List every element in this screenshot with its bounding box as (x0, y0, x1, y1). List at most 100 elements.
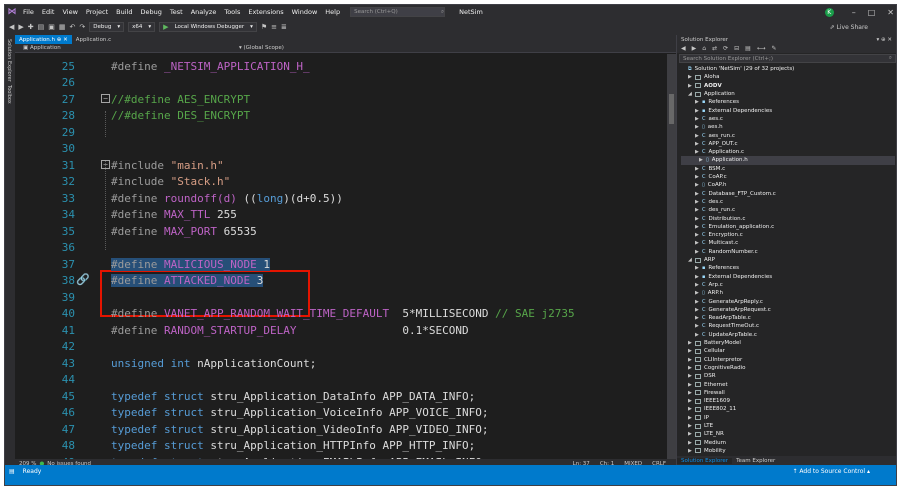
menu-item-build[interactable]: Build (112, 8, 136, 16)
expand-arrow-icon[interactable]: ▶ (695, 249, 702, 255)
code-line[interactable]: 27 −//#define AES_ENCRYPT (15, 91, 667, 107)
new-project-icon[interactable]: ✚ (28, 23, 34, 31)
code-line[interactable]: 37 #define MALICIOUS_NODE 1 (15, 256, 667, 272)
expand-arrow-icon[interactable]: ▶ (695, 265, 702, 271)
tree-item[interactable]: ▶ C Arp.c (677, 281, 723, 289)
expand-arrow-icon[interactable]: ▶ (695, 290, 702, 296)
expand-arrow-icon[interactable]: ▶ (695, 332, 702, 338)
expand-arrow-icon[interactable]: ▶ (688, 440, 695, 446)
expand-arrow-icon[interactable]: ▶ (688, 431, 695, 437)
maximize-icon[interactable]: □ (868, 8, 876, 17)
tree-item[interactable]: ▶ Cellular (677, 347, 725, 355)
tab-application-c[interactable]: Application.c (72, 35, 116, 44)
code-line[interactable]: 34 #define MAX_TTL 255 (15, 207, 667, 223)
minimize-icon[interactable]: – (852, 8, 856, 17)
tree-item[interactable]: ▶ C ReadArpTable.c (677, 314, 751, 322)
expand-arrow-icon[interactable]: ▶ (695, 199, 702, 205)
configuration-select[interactable]: Debug ▾ (89, 22, 125, 32)
tree-item[interactable]: ▶ ▯ aes.h (677, 123, 723, 131)
expanded-arrow-icon[interactable]: ◢ (688, 91, 695, 97)
tree-item[interactable]: ▶ C GenerateArpReply.c (677, 297, 763, 305)
expand-arrow-icon[interactable]: ▶ (695, 315, 702, 321)
tree-item[interactable]: ▶ C BSM.c (677, 165, 725, 173)
code-line[interactable]: 43 unsigned int nApplicationCount; (15, 355, 667, 371)
expand-arrow-icon[interactable]: ▶ (695, 182, 702, 188)
code-line[interactable]: 36 (15, 240, 667, 256)
expand-arrow-icon[interactable]: ▶ (695, 299, 702, 305)
expand-arrow-icon[interactable]: ▶ (695, 133, 702, 139)
close-tab-icon[interactable]: ✕ (63, 37, 68, 43)
tree-item[interactable]: ▶ IP (677, 414, 709, 422)
code-line[interactable]: 38 #define ATTACKED_NODE 3 (15, 273, 667, 289)
menu-item-edit[interactable]: Edit (38, 8, 59, 16)
tree-item[interactable]: ▶ CognitiveRadio (677, 364, 746, 372)
code-line[interactable]: 29 (15, 124, 667, 140)
tab-solution-explorer[interactable]: Solution Explorer (677, 457, 733, 464)
expand-arrow-icon[interactable]: ▶ (695, 207, 702, 213)
tree-item[interactable]: ▶ C Multicast.c (677, 239, 738, 247)
live-share-button[interactable]: ⇗ Live Share (830, 24, 868, 31)
expand-arrow-icon[interactable]: ▶ (695, 124, 702, 130)
expand-arrow-icon[interactable]: ▶ (688, 365, 695, 371)
expand-arrow-icon[interactable]: ▶ (695, 191, 702, 197)
tree-item[interactable]: ▶ LTE_NR (677, 430, 724, 438)
tree-item[interactable]: ▶ LTE (677, 422, 713, 430)
code-line[interactable]: 48 typedef struct stru_Application_HTTPIn… (15, 438, 667, 454)
expand-arrow-icon[interactable]: ▶ (688, 423, 695, 429)
expanded-arrow-icon[interactable]: ◢ (688, 257, 695, 263)
scope-dropdown[interactable]: ▾ (Global Scope) (235, 45, 445, 51)
undo-icon[interactable]: ↶ (70, 23, 76, 31)
tree-item[interactable]: ◢ Application (677, 90, 735, 98)
expand-arrow-icon[interactable]: ▶ (695, 141, 702, 147)
menu-item-analyze[interactable]: Analyze (187, 8, 221, 16)
tree-item[interactable]: ▶ C Distribution.c (677, 214, 745, 222)
tree-item[interactable]: ▶ Caes.c (677, 115, 723, 123)
expand-arrow-icon[interactable]: ▶ (688, 74, 695, 80)
tree-item[interactable]: ▶ ▯ CoAP.h (677, 181, 726, 189)
platform-select[interactable]: x64 ▾ (128, 22, 156, 32)
expand-arrow-icon[interactable]: ▶ (695, 99, 702, 105)
expand-arrow-icon[interactable]: ▶ (688, 348, 695, 354)
back-icon[interactable]: ◀ (9, 23, 14, 31)
code-area[interactable]: 🔗 25 #define _NETSIM_APPLICATION_H_ 26 27− /… (15, 54, 676, 460)
code-line[interactable]: 30 (15, 141, 667, 157)
tab-application-h[interactable]: Application.h ⊕ ✕ (15, 35, 72, 44)
collapse-all-icon[interactable]: ⊟ (734, 45, 739, 52)
menu-item-test[interactable]: Test (166, 8, 187, 16)
expand-arrow-icon[interactable]: ▶ (695, 166, 702, 172)
expand-arrow-icon[interactable]: ▶ (688, 340, 695, 346)
tree-item[interactable]: ▶ C Encryption.c (677, 231, 743, 239)
refresh-icon[interactable]: ⟳ (723, 45, 728, 52)
collapse-region-icon[interactable]: − (101, 160, 110, 169)
properties-icon[interactable]: ✎ (771, 45, 776, 52)
comment-icon[interactable]: ≡ (271, 23, 277, 31)
sync-icon[interactable]: ⇄ (712, 45, 717, 52)
tree-item[interactable]: ▶ ▪ References (677, 98, 739, 106)
tree-item[interactable]: ▶ C RandomNumber.c (677, 248, 758, 256)
show-all-files-icon[interactable]: ▤ (745, 45, 751, 52)
expand-arrow-icon[interactable]: ▶ (695, 323, 702, 329)
code-line[interactable]: 25 #define _NETSIM_APPLICATION_H_ (15, 58, 667, 74)
code-line[interactable]: 44 (15, 372, 667, 388)
menu-item-window[interactable]: Window (288, 8, 322, 16)
expand-arrow-icon[interactable]: ▶ (695, 108, 702, 114)
tree-item[interactable]: ▶ C Database_FTP_Custom.c (677, 190, 776, 198)
tree-item[interactable]: ▶ Firewall (677, 389, 725, 397)
tree-item[interactable]: ▶ ▪ References (677, 264, 739, 272)
panel-controls-icon[interactable]: ▾ ⊕ ✕ (877, 37, 892, 43)
tree-item[interactable]: ▶ ▪ External Dependencies (677, 107, 772, 115)
tree-item[interactable]: ▶ C UpdateArpTable.c (677, 331, 757, 339)
tree-item[interactable]: ▶ ▯ ARP.h (677, 289, 723, 297)
tree-item[interactable]: ▶ CLIInterpretor (677, 356, 742, 364)
menu-item-project[interactable]: Project (82, 8, 112, 16)
side-tab-solution-explorer[interactable]: Solution Explorer (6, 39, 12, 82)
tree-item[interactable]: ▶ ▯ Application.h (681, 156, 895, 165)
run-debugger-button[interactable]: ▶ Local Windows Debugger ▾ (159, 22, 257, 32)
tree-item[interactable]: ▶ Aloha (677, 73, 720, 81)
expand-arrow-icon[interactable]: ▶ (688, 83, 695, 89)
redo-icon[interactable]: ↷ (79, 23, 85, 31)
expand-arrow-icon[interactable]: ▶ (695, 174, 702, 180)
expand-arrow-icon[interactable]: ▶ (688, 382, 695, 388)
add-to-source-control-button[interactable]: ↑ Add to Source Control ▴ (792, 468, 870, 475)
tree-item[interactable]: ▶ IEEE802_11 (677, 405, 736, 413)
